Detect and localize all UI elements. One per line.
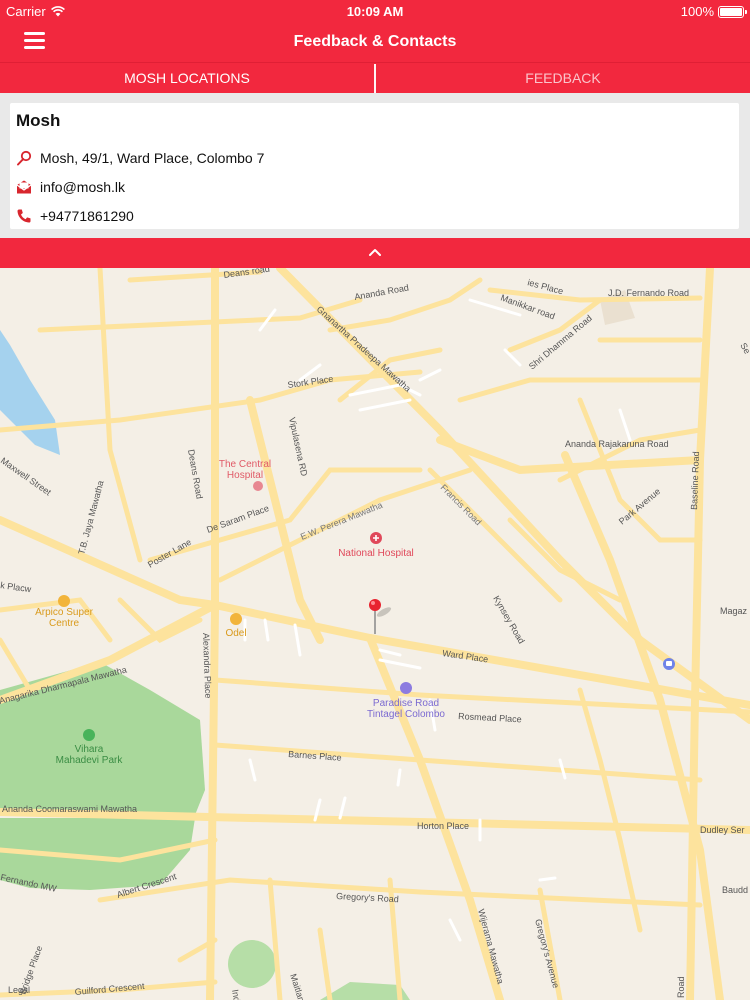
poi-label: Tintagel Colombo [367,709,445,720]
map-canvas: Deans road Ananda Road Gnanartha Pradeep… [0,268,750,1000]
shopping-icon [230,613,242,625]
poi-bus[interactable] [663,658,675,670]
poi-label: National Hospital [338,548,414,559]
poi-label: Hospital [227,470,263,481]
road-label: Horton Place [417,821,469,831]
cafe-icon [400,682,412,694]
road-label: Baudd [722,885,748,895]
road-label: J.D. Fernando Road [608,288,689,298]
segmented-tabs: MOSH LOCATIONS FEEDBACK [0,62,750,93]
road-label: Road [676,976,686,998]
battery-icon [718,5,747,18]
phone-text: +94771861290 [40,207,134,224]
poi-label: Mahadevi Park [56,755,124,766]
road-label: Ind [230,989,242,1000]
road-label: Ananda Rajakaruna Road [565,439,669,449]
chevron-up-icon [369,249,381,256]
tab-mosh-locations[interactable]: MOSH LOCATIONS [0,63,374,93]
phone-icon [17,209,31,222]
address-row[interactable]: Mosh, 49/1, Ward Place, Colombo 7 [16,143,733,172]
park-icon [83,729,95,741]
page-title: Feedback & Contacts [293,33,457,50]
phone-row[interactable]: +94771861290 [16,201,733,230]
poi-label: Odel [225,628,246,639]
app-root: Carrier 10:09 AM 100% Feedback & Contact… [0,0,750,1000]
battery-percent: 100% [680,4,714,19]
park-small [228,940,276,988]
poi-label: Arpico Super [35,607,93,618]
battery-indicator: 100% [680,4,747,19]
map-view[interactable]: Deans road Ananda Road Gnanartha Pradeep… [0,268,750,1000]
poi-label: Paradise Road [373,698,439,709]
road-label: Ananda Coomaraswami Mawatha [2,804,137,814]
status-time: 10:09 AM [346,4,404,19]
poi-label: The Central [219,459,271,470]
location-card: Mosh Mosh, 49/1, Ward Place, Colombo 7 i… [10,103,739,229]
location-card-area: Mosh Mosh, 49/1, Ward Place, Colombo 7 i… [0,93,750,238]
tab-divider [374,64,376,93]
legal-link[interactable]: Legal [8,985,30,995]
location-pin-icon [17,150,32,165]
location-name: Mosh [16,111,61,130]
tab-feedback[interactable]: FEEDBACK [376,63,750,93]
poi-label: Centre [49,618,79,629]
mail-icon [16,180,32,193]
navigation-bar: Feedback & Contacts [0,22,750,62]
shopping-icon [58,595,70,607]
status-bar: Carrier 10:09 AM 100% [0,0,750,22]
email-text: info@mosh.lk [40,178,126,195]
road-label: Baseline Road [689,451,701,510]
collapse-card-button[interactable] [0,238,750,268]
road-label: Magaz [720,606,748,616]
email-row[interactable]: info@mosh.lk [16,172,733,201]
poi-label: Vihara [75,744,104,755]
hospital-icon [253,481,263,491]
address-text: Mosh, 49/1, Ward Place, Colombo 7 [40,149,265,166]
road-label: Dudley Ser [700,825,745,835]
